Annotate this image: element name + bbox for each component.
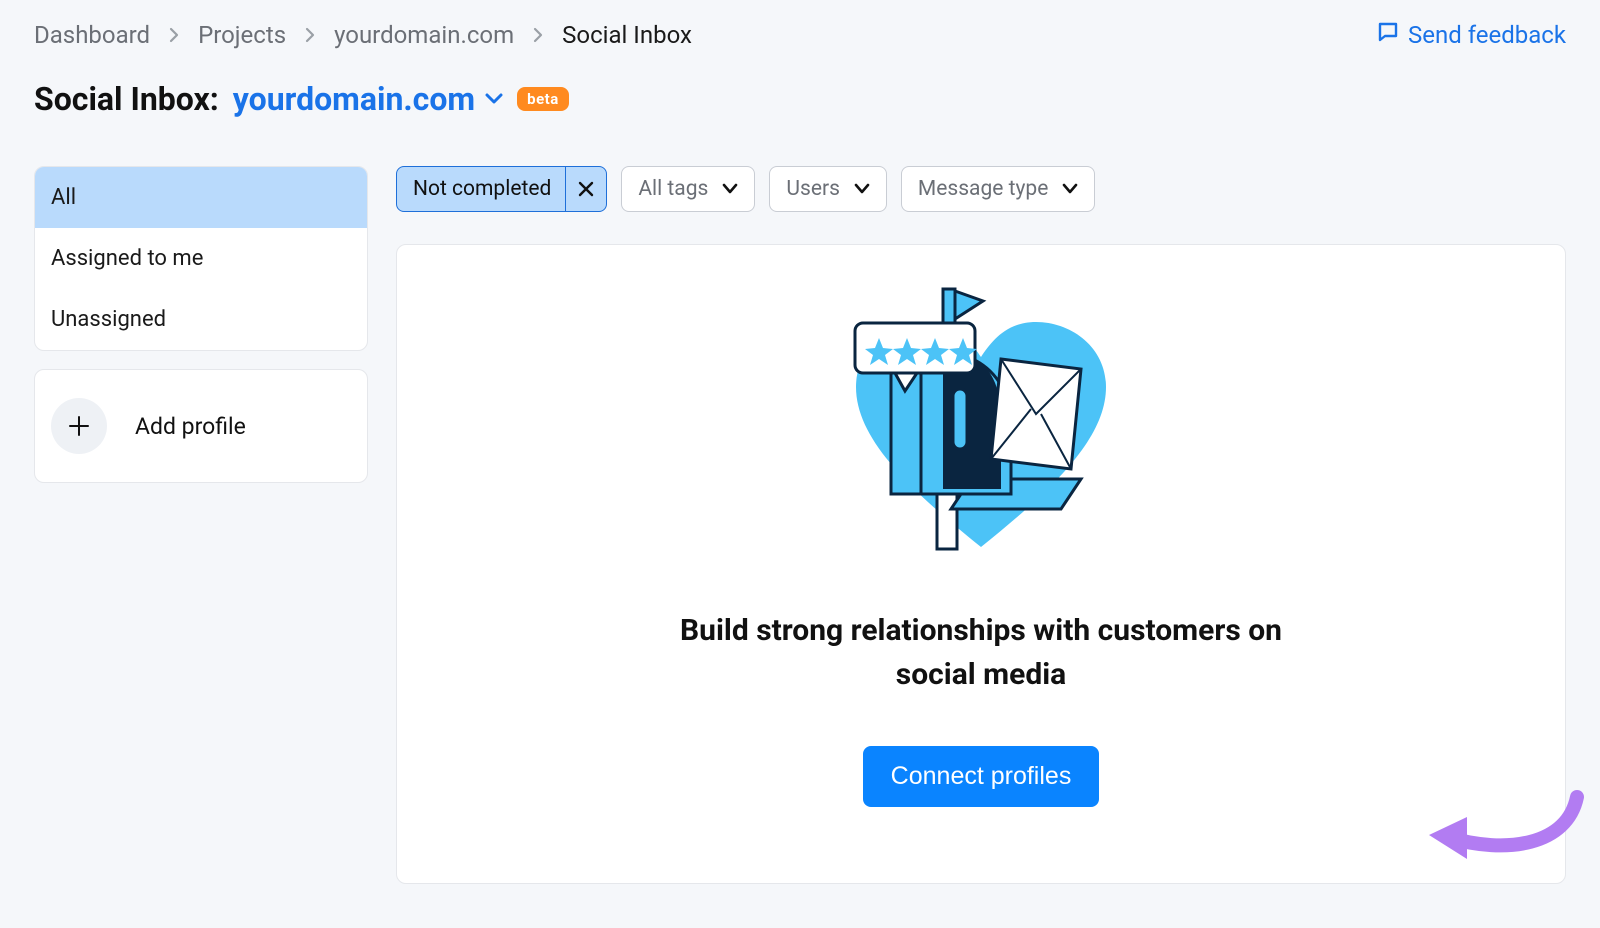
beta-badge: beta [517,87,569,111]
send-feedback-label: Send feedback [1408,21,1566,49]
chevron-right-icon [304,27,316,43]
filter-message-type[interactable]: Message type [901,166,1095,212]
annotation-arrow-icon [1417,787,1587,867]
empty-state-card: Build strong relationships with customer… [396,244,1566,884]
chevron-down-icon [1062,183,1078,195]
breadcrumb: Dashboard Projects yourdomain.com Social… [34,21,692,49]
breadcrumb-projects[interactable]: Projects [198,21,286,49]
filter-users[interactable]: Users [769,166,887,212]
page-title: Social Inbox: [34,80,219,118]
sidebar-item-assigned[interactable]: Assigned to me [35,228,367,289]
breadcrumb-current: Social Inbox [562,21,692,49]
sidebar-filter-list: All Assigned to me Unassigned [34,166,368,351]
connect-profiles-button[interactable]: Connect profiles [863,746,1100,807]
chevron-right-icon [168,27,180,43]
sidebar-item-all[interactable]: All [35,167,367,228]
mailbox-icon [851,279,1111,559]
chevron-down-icon [722,183,738,195]
add-profile-card[interactable]: Add profile [34,369,368,483]
filter-status[interactable]: Not completed [396,166,607,212]
filter-users-label: Users [786,177,840,201]
sidebar-item-unassigned[interactable]: Unassigned [35,289,367,350]
filter-message-type-label: Message type [918,177,1048,201]
chevron-down-icon [854,183,870,195]
chat-bubble-icon [1376,20,1400,50]
mailbox-illustration [841,289,1121,549]
breadcrumb-domain[interactable]: yourdomain.com [334,21,514,49]
close-icon[interactable] [565,167,606,211]
domain-selector-value: yourdomain.com [233,80,475,118]
empty-state-heading: Build strong relationships with customer… [671,609,1291,696]
filter-status-label: Not completed [413,177,551,201]
filter-tags-label: All tags [638,177,708,201]
plus-icon [51,398,107,454]
send-feedback-link[interactable]: Send feedback [1376,20,1566,50]
chevron-down-icon [485,92,503,106]
filter-tags[interactable]: All tags [621,166,755,212]
domain-selector[interactable]: yourdomain.com [233,80,503,118]
chevron-right-icon [532,27,544,43]
add-profile-label: Add profile [135,413,246,440]
breadcrumb-dashboard[interactable]: Dashboard [34,21,150,49]
